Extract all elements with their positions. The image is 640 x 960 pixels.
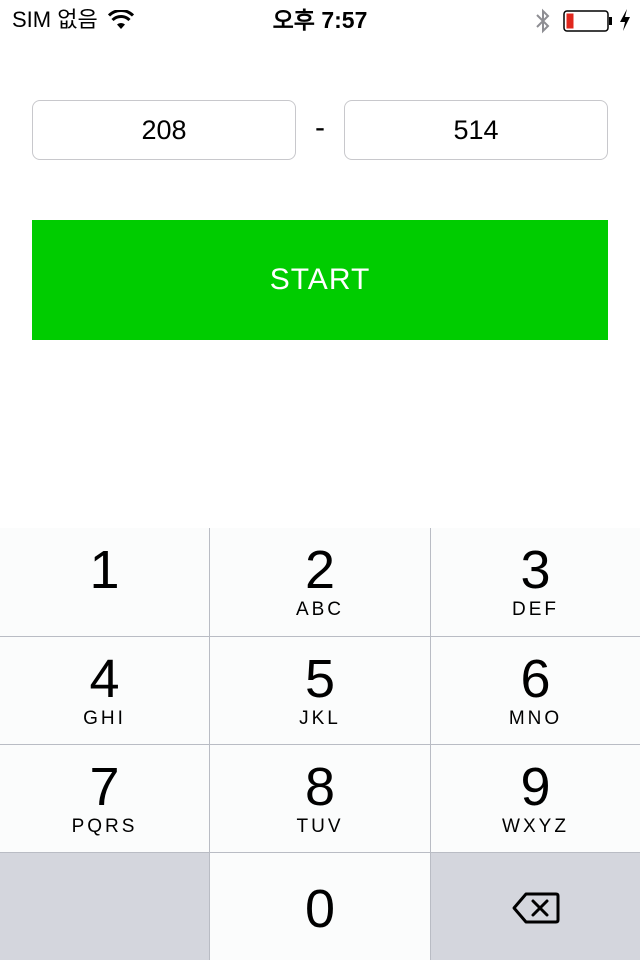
key-0[interactable]: 0 <box>210 853 430 960</box>
keypad-divider <box>0 744 640 745</box>
key-digit: 6 <box>520 649 551 709</box>
key-digit: 4 <box>89 649 120 709</box>
bluetooth-icon <box>536 8 550 34</box>
battery-icon <box>563 10 612 32</box>
key-digit: 1 <box>89 540 120 600</box>
key-digit: 5 <box>304 649 336 709</box>
key-3[interactable]: 3 DEF <box>431 528 640 635</box>
key-letters: DEF <box>512 599 559 620</box>
key-digit: 0 <box>304 879 336 939</box>
key-letters: GHI <box>83 708 126 729</box>
status-bar: SIM 없음 오후 7:57 <box>0 0 640 40</box>
key-letters: MNO <box>508 708 563 729</box>
key-letters: TUV <box>296 816 344 837</box>
keypad-divider <box>0 636 640 637</box>
key-digit: 2 <box>304 540 336 600</box>
key-digit: 9 <box>520 757 551 817</box>
key-1[interactable]: 1 <box>0 528 209 635</box>
key-4[interactable]: 4 GHI <box>0 637 209 744</box>
key-5[interactable]: 5 JKL <box>210 637 430 744</box>
key-7[interactable]: 7 PQRS <box>0 745 209 852</box>
key-9[interactable]: 9 WXYZ <box>431 745 640 852</box>
key-6[interactable]: 6 MNO <box>431 637 640 744</box>
key-letters: ABC <box>295 599 345 620</box>
range-separator: - <box>315 111 325 144</box>
keypad-divider <box>0 852 640 853</box>
key-letters: WXYZ <box>502 816 569 837</box>
key-digit: 8 <box>304 757 336 817</box>
backspace-icon <box>512 892 560 924</box>
charging-icon <box>620 9 630 31</box>
range-end-field[interactable]: 514 <box>344 100 608 160</box>
key-letters: PQRS <box>71 816 138 837</box>
key-2[interactable]: 2 ABC <box>210 528 430 635</box>
key-letters: JKL <box>299 708 341 729</box>
key-blank <box>0 853 209 960</box>
key-digit: 3 <box>520 540 551 600</box>
key-8[interactable]: 8 TUV <box>210 745 430 852</box>
range-start-field[interactable]: 208 <box>32 100 296 160</box>
key-digit: 7 <box>89 757 120 817</box>
start-button[interactable]: START <box>32 220 608 340</box>
